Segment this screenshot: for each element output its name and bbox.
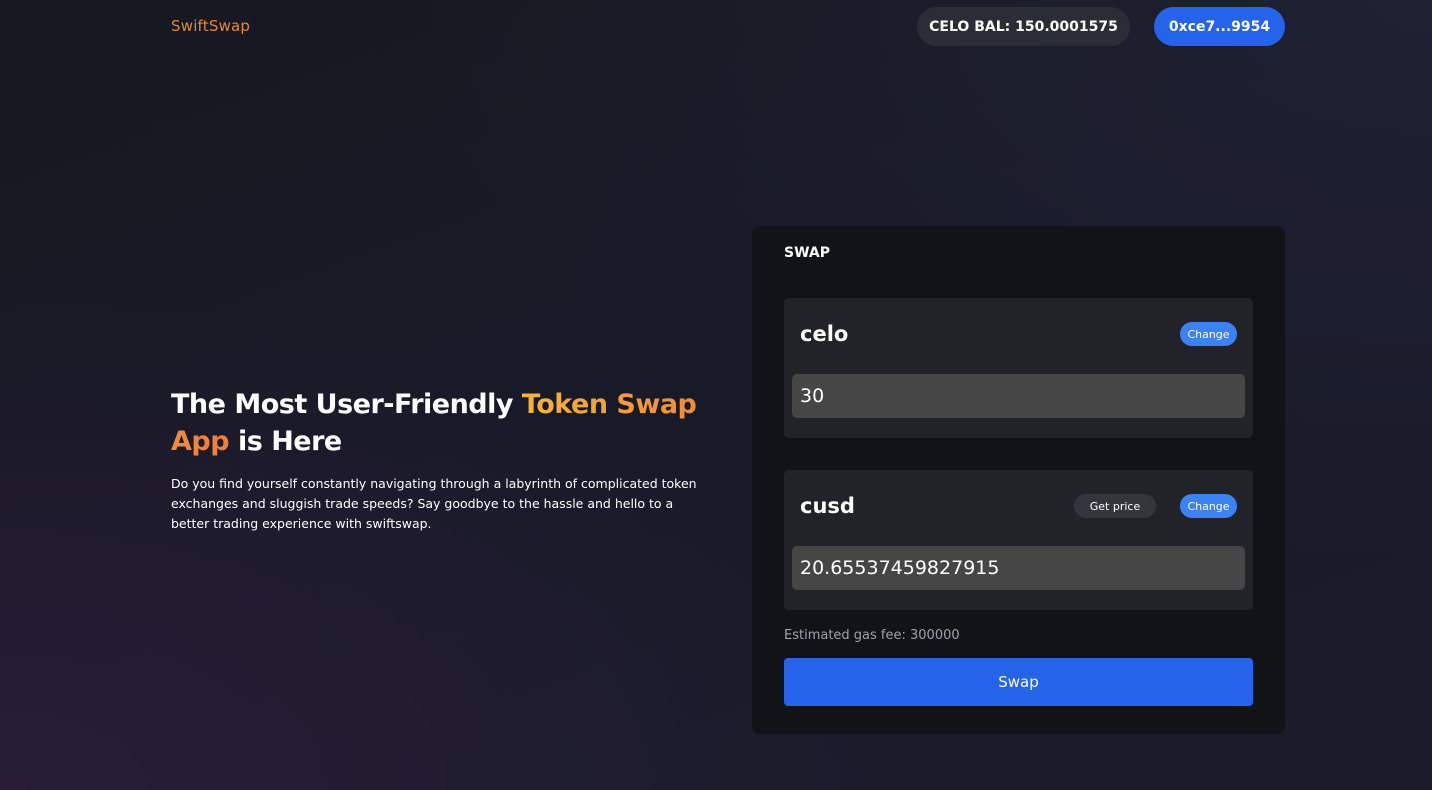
brand-logo-text[interactable]: SwiftSwap	[171, 17, 250, 35]
to-amount-input[interactable]	[792, 546, 1245, 590]
to-token-box: cusd Get price Change	[784, 470, 1253, 610]
estimated-gas-fee: Estimated gas fee: 300000	[784, 628, 960, 643]
from-token-name: celo	[800, 322, 849, 346]
get-price-button[interactable]: Get price	[1074, 494, 1156, 518]
from-change-token-button[interactable]: Change	[1180, 322, 1237, 346]
celo-balance-badge: CELO BAL: 150.0001575	[917, 7, 1130, 46]
hero-description: Do you find yourself constantly navigati…	[171, 476, 697, 531]
swap-card: SWAP celo Change cusd Get price Change E…	[752, 226, 1285, 734]
wallet-address-button[interactable]: 0xce7...9954	[1154, 7, 1285, 46]
from-token-box: celo Change	[784, 298, 1253, 438]
hero-title-part1: The Most User-Friendly	[171, 389, 522, 420]
swap-button[interactable]: Swap	[784, 658, 1253, 706]
to-change-token-button[interactable]: Change	[1180, 494, 1237, 518]
to-token-name: cusd	[800, 494, 855, 518]
swap-title: SWAP	[784, 245, 830, 261]
hero-title-part2: is Here	[229, 426, 342, 457]
hero-title: The Most User-Friendly Token Swap App is…	[171, 386, 741, 460]
from-amount-input[interactable]	[792, 374, 1245, 418]
